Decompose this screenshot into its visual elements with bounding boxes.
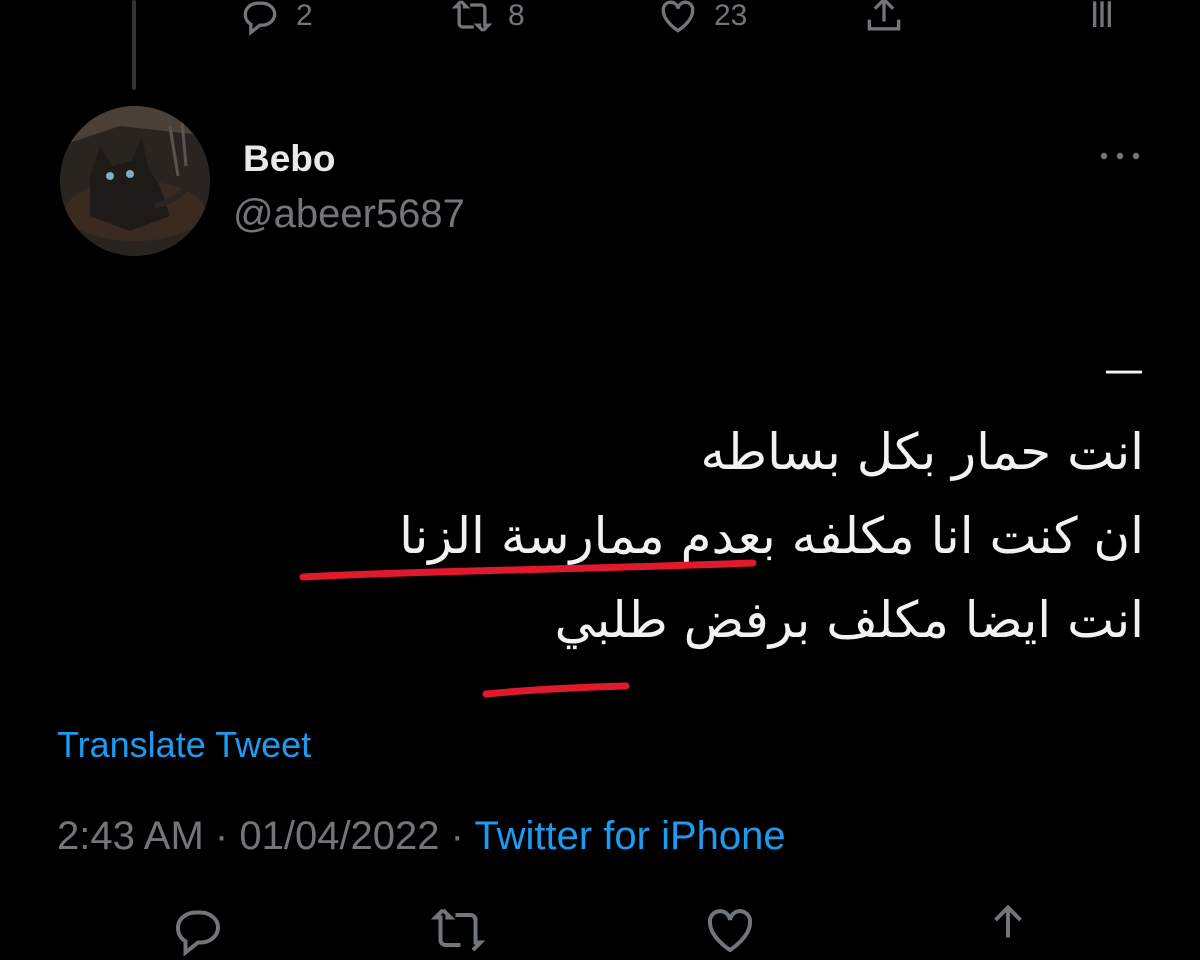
analytics-icon: [1093, 1, 1111, 27]
meta-separator: ·: [450, 814, 464, 858]
like-icon: [661, 0, 695, 33]
tweet-line-dash: —: [1104, 347, 1144, 393]
more-icon[interactable]: [1096, 146, 1144, 166]
tweet-source-link[interactable]: Twitter for iPhone: [474, 814, 785, 858]
red-underline-annotation-2: [482, 682, 630, 698]
translate-tweet-link[interactable]: Translate Tweet: [57, 724, 311, 766]
share-icon[interactable]: [978, 900, 1038, 960]
like-button[interactable]: 23: [656, 0, 747, 36]
share-button[interactable]: [862, 0, 906, 36]
tweet-date[interactable]: 01/04/2022: [239, 814, 439, 858]
tweet-line-1: انت حمار بكل بساطه: [700, 423, 1144, 481]
retweet-button[interactable]: 8: [450, 0, 525, 36]
retweet-icon: [451, 0, 493, 32]
tweet-text: — انت حمار بكل بساطه ان كنت انا مكلفه بع…: [144, 350, 1144, 662]
reply-button[interactable]: 2: [238, 0, 313, 36]
tweet-metadata: 2:43 AM · 01/04/2022 · Twitter for iPhon…: [57, 814, 786, 859]
retweet-icon[interactable]: [428, 900, 488, 960]
meta-separator: ·: [214, 814, 229, 858]
red-underline-annotation-1: [299, 559, 757, 581]
reply-count: 2: [296, 0, 313, 32]
user-handle[interactable]: @abeer5687: [233, 192, 465, 237]
like-count: 23: [714, 0, 748, 32]
cat-avatar-image: [60, 106, 210, 256]
display-name[interactable]: Bebo: [243, 138, 336, 180]
thread-connector-line: [132, 0, 136, 90]
retweet-count: 8: [508, 0, 525, 32]
reply-icon: [243, 1, 277, 36]
analytics-button[interactable]: [1080, 0, 1124, 36]
reply-icon[interactable]: [168, 900, 228, 960]
tweet-time[interactable]: 2:43 AM: [57, 814, 204, 858]
share-icon: [867, 0, 901, 31]
like-icon[interactable]: [700, 900, 760, 960]
avatar[interactable]: [60, 106, 210, 256]
